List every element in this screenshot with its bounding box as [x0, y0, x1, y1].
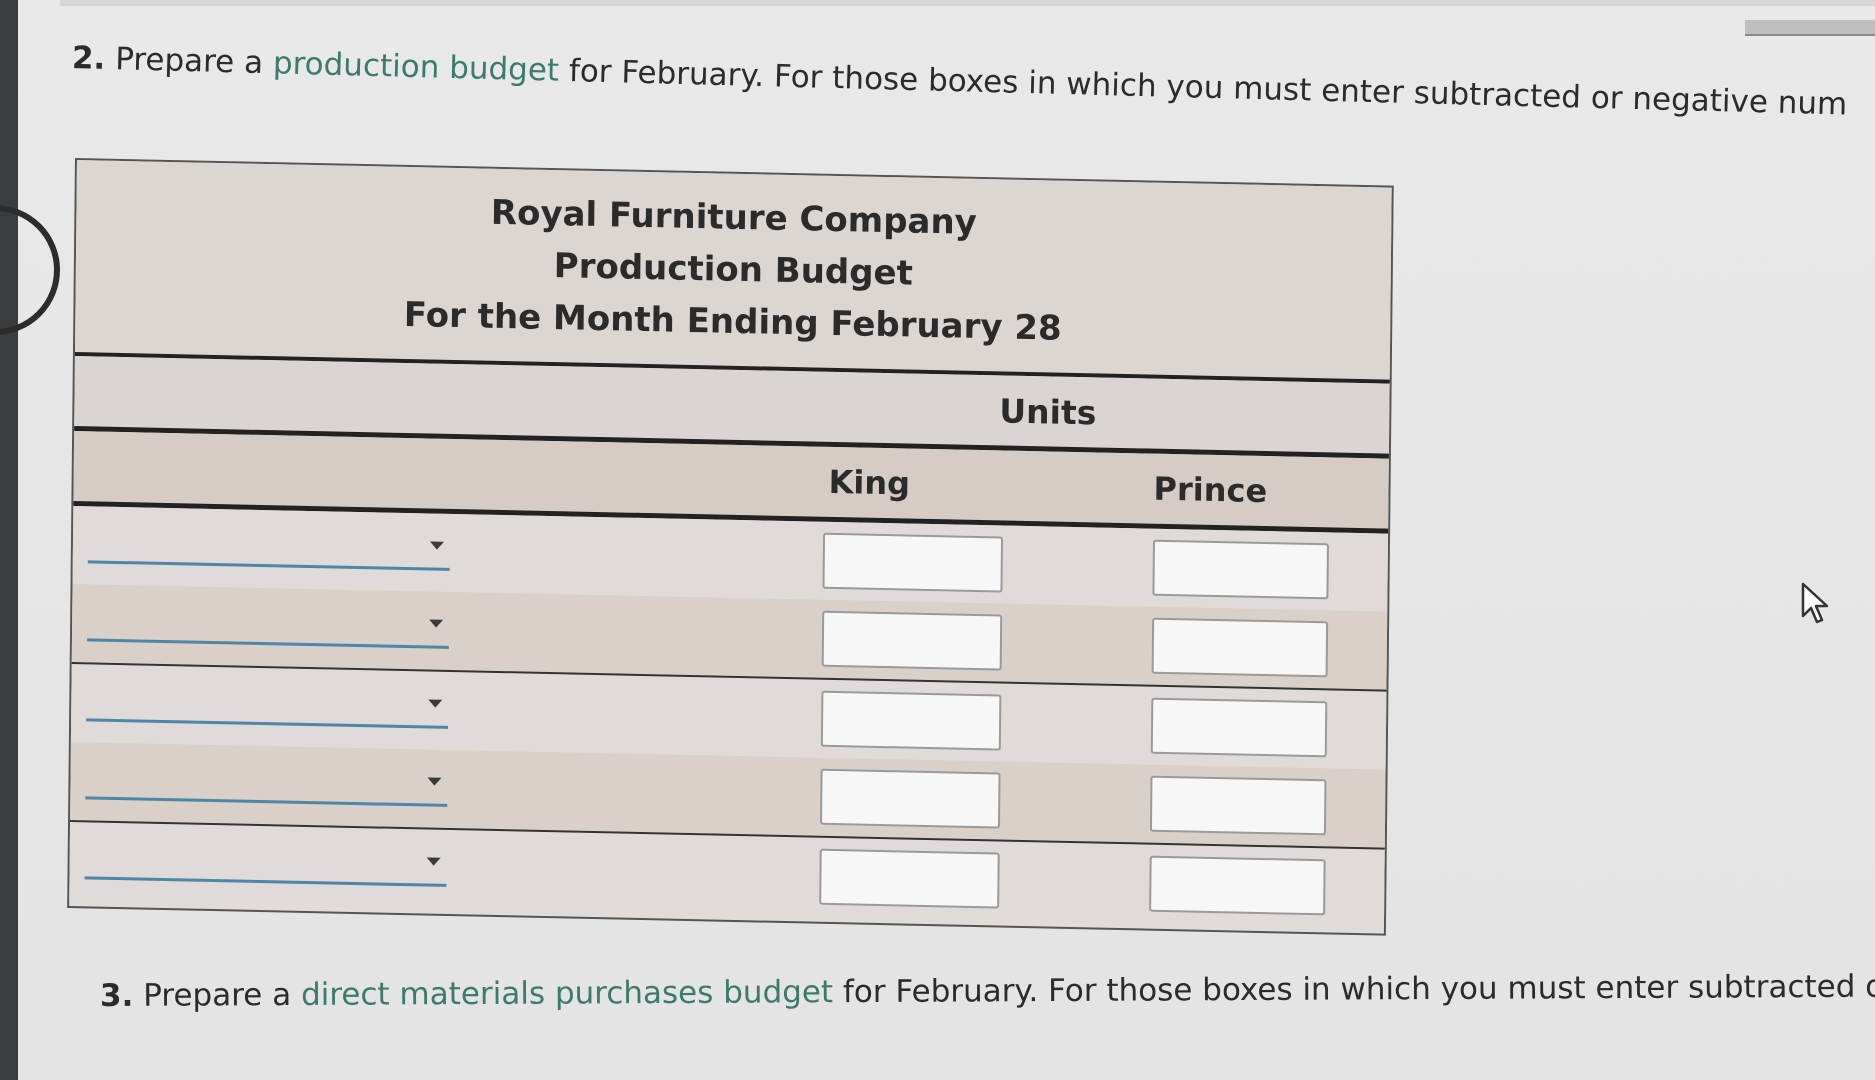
chevron-down-icon: [428, 699, 443, 708]
production-budget-table: Royal Furniture Company Production Budge…: [67, 158, 1394, 936]
column-prince: Prince: [1153, 469, 1268, 511]
chevron-down-icon: [429, 541, 444, 550]
units-label: Units: [999, 390, 1097, 432]
mouse-cursor-icon: [1801, 582, 1829, 624]
direct-materials-purchases-budget-link[interactable]: direct materials purchases budget: [301, 974, 833, 1013]
question-text: Prepare a: [143, 976, 302, 1014]
king-input[interactable]: [822, 532, 1004, 593]
row-label-dropdown[interactable]: [86, 598, 450, 649]
question-text: Prepare a: [114, 41, 274, 82]
king-input[interactable]: [820, 768, 1001, 829]
row-label-dropdown[interactable]: [86, 678, 449, 729]
row-label-dropdown[interactable]: [85, 756, 448, 807]
column-king: King: [828, 462, 911, 503]
question-2-text: 2. Prepare a production budget for Febru…: [72, 40, 1848, 122]
row-label-dropdown[interactable]: [84, 836, 447, 887]
question-text: for February. For those boxes in which y…: [558, 52, 1848, 123]
question-number: 2.: [71, 40, 106, 77]
scroll-element: [1745, 20, 1875, 36]
king-input[interactable]: [820, 690, 1002, 751]
chevron-down-icon: [426, 857, 441, 866]
budget-title: Production Budget: [553, 246, 914, 294]
question-number: 3.: [99, 977, 134, 1014]
budget-period: For the Month Ending February 28: [403, 294, 1062, 349]
king-input[interactable]: [819, 848, 1000, 909]
production-budget-link[interactable]: production budget: [272, 45, 559, 88]
row-label-dropdown[interactable]: [87, 520, 451, 571]
budget-rows: [69, 506, 1389, 928]
prince-input[interactable]: [1149, 855, 1326, 916]
prince-input[interactable]: [1151, 617, 1329, 678]
question-3-text: 3. Prepare a direct materials purchases …: [100, 968, 1875, 1014]
budget-header: Royal Furniture Company Production Budge…: [74, 160, 1392, 384]
prince-input[interactable]: [1150, 697, 1328, 758]
question-text: for February. For those boxes in which y…: [833, 968, 1875, 1011]
chevron-down-icon: [427, 777, 442, 786]
top-edge: [60, 0, 1875, 6]
king-input[interactable]: [821, 610, 1003, 671]
monitor-bezel: [0, 0, 18, 1080]
prince-input[interactable]: [1149, 775, 1327, 836]
step-indicator-ring: [0, 205, 60, 335]
chevron-down-icon: [429, 619, 444, 628]
prince-input[interactable]: [1152, 539, 1329, 600]
